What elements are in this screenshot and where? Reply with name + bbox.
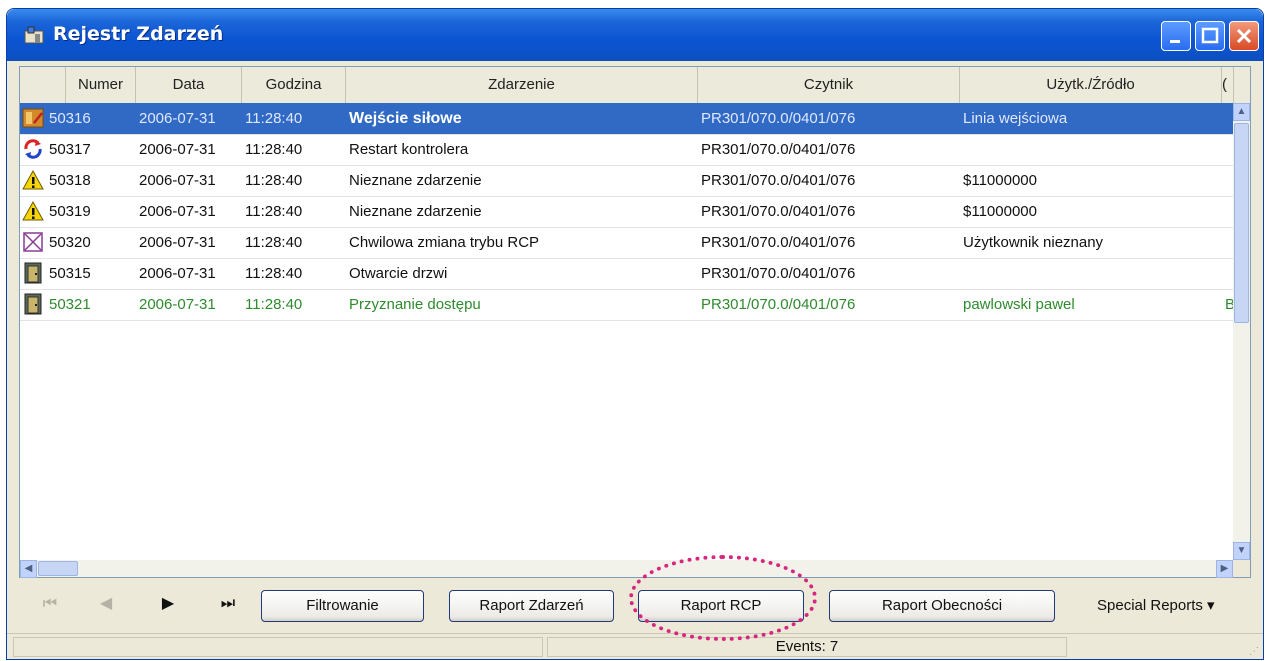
- last-record-button[interactable]: ⏭: [213, 591, 243, 617]
- cell-godzina: 11:28:40: [245, 141, 303, 158]
- cell-numer: 50315: [49, 265, 91, 282]
- column-header-icon[interactable]: [20, 67, 66, 103]
- column-header-zdarzenie[interactable]: Zdarzenie: [346, 67, 698, 103]
- app-icon: [24, 26, 44, 44]
- cell-czytnik: PR301/070.0/0401/076: [701, 265, 856, 282]
- mode-change-icon: [23, 232, 43, 252]
- table-row[interactable]: 50320 2006-07-31 11:28:40 Chwilowa zmiana t…: [20, 227, 1234, 259]
- cell-zdarzenie: Wejście siłowe: [349, 110, 462, 127]
- status-bar: Events: 7 ⋰: [7, 633, 1263, 659]
- cell-numer: 50317: [49, 141, 91, 158]
- cell-godzina: 11:28:40: [245, 234, 303, 251]
- table-row[interactable]: 50317 2006-07-31 11:28:40 Restart kontroler…: [20, 134, 1234, 166]
- window-title: Rejestr Zdarzeń: [53, 23, 224, 45]
- cell-godzina: 11:28:40: [245, 203, 303, 220]
- cell-zdarzenie: Otwarcie drzwi: [349, 265, 448, 282]
- table-row[interactable]: 50321 2006-07-31 11:28:40 Przyznanie dostęp…: [20, 289, 1234, 321]
- cell-numer: 50319: [49, 203, 91, 220]
- first-record-button[interactable]: ⏮: [35, 591, 65, 617]
- cell-data: 2006-07-31: [139, 234, 216, 251]
- restart-icon: [24, 139, 42, 159]
- vertical-scroll-thumb[interactable]: [1234, 123, 1249, 323]
- column-header-godzina[interactable]: Godzina: [242, 67, 346, 103]
- cell-zdarzenie: Restart kontrolera: [349, 141, 469, 158]
- cell-zrodlo: Linia wejściowa: [963, 110, 1068, 127]
- column-header-numer[interactable]: Numer: [66, 67, 136, 103]
- horizontal-scroll-thumb[interactable]: [38, 561, 78, 576]
- cell-zdarzenie: Nieznane zdarzenie: [349, 203, 482, 220]
- scroll-left-button[interactable]: ◀: [20, 560, 37, 578]
- table-row[interactable]: 50319 2006-07-31 11:28:40 Nieznane zdarzeni…: [20, 196, 1234, 228]
- scroll-up-button[interactable]: ▲: [1233, 103, 1250, 121]
- cell-data: 2006-07-31: [139, 172, 216, 189]
- column-header-data[interactable]: Data: [136, 67, 242, 103]
- table-row[interactable]: 50316 2006-07-31 11:28:40 Wejście siłowe PR3…: [20, 103, 1234, 135]
- cell-numer: 50316: [49, 110, 91, 127]
- cell-godzina: 11:28:40: [245, 296, 303, 313]
- cell-godzina: 11:28:40: [245, 265, 303, 282]
- table-header: Numer Data Godzina Zdarzenie Czytnik Uży…: [20, 67, 1250, 104]
- cell-data: 2006-07-31: [139, 110, 216, 127]
- cell-czytnik: PR301/070.0/0401/076: [701, 203, 856, 220]
- horizontal-scrollbar[interactable]: ◀ ▶: [20, 560, 1233, 578]
- cell-czytnik: PR301/070.0/0401/076: [701, 110, 856, 127]
- cell-zrodlo: [960, 134, 1222, 165]
- cell-zrodlo: [960, 258, 1222, 289]
- status-panel-left: [13, 637, 543, 657]
- table-row[interactable]: 50318 2006-07-31 11:28:40 Nieznane zdarzeni…: [20, 165, 1234, 197]
- cell-zdarzenie: Nieznane zdarzenie: [349, 172, 482, 189]
- minimize-icon: [1170, 40, 1180, 43]
- previous-record-button[interactable]: ◀: [91, 591, 121, 617]
- cell-zdarzenie: Przyznanie dostępu: [349, 296, 481, 313]
- cell-numer: 50320: [49, 234, 91, 251]
- door-icon: [24, 293, 42, 315]
- filter-button[interactable]: Filtrowanie: [261, 590, 424, 622]
- maximize-icon: [1201, 27, 1219, 44]
- events-table: Numer Data Godzina Zdarzenie Czytnik Uży…: [19, 66, 1251, 578]
- scroll-right-button[interactable]: ▶: [1216, 560, 1233, 578]
- events-count: Events: 7: [547, 637, 1067, 657]
- vertical-scrollbar[interactable]: ▲ ▼: [1233, 103, 1250, 560]
- cell-zrodlo: $11000000: [963, 172, 1037, 189]
- cell-czytnik: PR301/070.0/0401/076: [701, 234, 856, 251]
- warning-icon: [22, 169, 44, 190]
- cell-zrodlo: $11000000: [963, 203, 1037, 220]
- special-reports-menu[interactable]: Special Reports ▾: [1097, 596, 1215, 614]
- bottom-toolbar: ⏮ ◀ ▶ ⏭ Filtrowanie Raport Zdarzeń Rapor…: [7, 579, 1263, 629]
- cell-godzina: 11:28:40: [245, 110, 303, 127]
- cell-data: 2006-07-31: [139, 296, 216, 313]
- cell-numer: 50321: [49, 296, 91, 313]
- close-icon: [1236, 28, 1252, 44]
- cell-godzina: 11:28:40: [245, 172, 303, 189]
- scroll-corner: [1233, 560, 1250, 577]
- event-log-window: Rejestr Zdarzeń Numer Data Godzina Zdarz…: [6, 8, 1264, 660]
- cell-zdarzenie: Chwilowa zmiana trybu RCP: [349, 234, 540, 251]
- attendance-report-button[interactable]: Raport Obecności: [829, 590, 1055, 622]
- cell-numer: 50318: [49, 172, 91, 189]
- rcp-report-button[interactable]: Raport RCP: [638, 590, 804, 622]
- next-record-button[interactable]: ▶: [153, 591, 183, 617]
- title-bar[interactable]: Rejestr Zdarzeń: [7, 9, 1263, 61]
- cell-data: 2006-07-31: [139, 203, 216, 220]
- cell-zrodlo: Użytkownik nieznany: [963, 234, 1104, 251]
- cell-czytnik: PR301/070.0/0401/076: [701, 141, 856, 158]
- column-header-zrodlo[interactable]: Użytk./Źródło: [960, 67, 1222, 103]
- cell-czytnik: PR301/070.0/0401/076: [701, 296, 856, 313]
- minimize-button[interactable]: [1161, 21, 1191, 51]
- cell-zrodlo: pawlowski pawel: [963, 296, 1075, 313]
- table-row[interactable]: 50315 2006-07-31 11:28:40 Otwarcie drzwi PR3…: [20, 258, 1234, 290]
- door-icon: [24, 262, 42, 284]
- forced-entry-icon: [22, 108, 44, 128]
- scroll-down-button[interactable]: ▼: [1233, 542, 1250, 560]
- column-header-extra[interactable]: (: [1222, 67, 1234, 103]
- resize-grip-icon[interactable]: ⋰: [1249, 646, 1259, 657]
- warning-icon: [22, 200, 44, 221]
- cell-data: 2006-07-31: [139, 141, 216, 158]
- close-button[interactable]: [1229, 21, 1259, 51]
- event-report-button[interactable]: Raport Zdarzeń: [449, 590, 614, 622]
- maximize-button[interactable]: [1195, 21, 1225, 51]
- cell-data: 2006-07-31: [139, 265, 216, 282]
- cell-czytnik: PR301/070.0/0401/076: [701, 172, 856, 189]
- column-header-czytnik[interactable]: Czytnik: [698, 67, 960, 103]
